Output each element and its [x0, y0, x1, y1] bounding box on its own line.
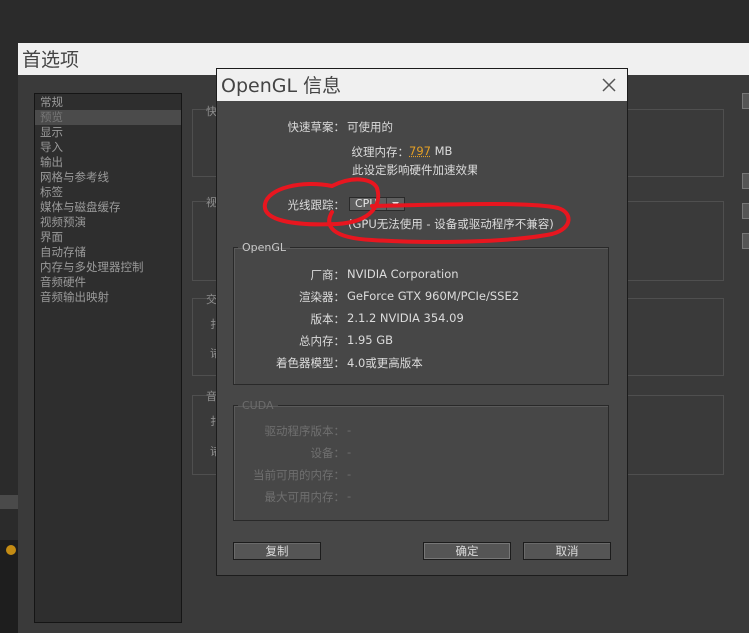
chevron-down-icon: [386, 198, 404, 210]
quick-draft-value: 可使用的: [347, 120, 393, 134]
sidebar-item-import[interactable]: 导入: [35, 140, 181, 155]
renderer-label: 渲染器：: [299, 290, 345, 304]
sidebar-item-audio-output-mapping[interactable]: 音频输出映射: [35, 290, 181, 305]
right-edge-button[interactable]: [742, 233, 749, 249]
ray-tracing-label: 光线跟踪：: [287, 198, 346, 212]
device-value: -: [347, 445, 352, 459]
shader-model-label: 着色器模型：: [276, 356, 345, 370]
ray-tracing-note: (GPU无法使用 - 设备或驱动程序不兼容): [348, 217, 554, 231]
texture-memory-unit: MB: [434, 144, 453, 158]
device-label: 设备：: [310, 446, 346, 460]
sidebar-item-memory-multiprocessing[interactable]: 内存与多处理器控制: [35, 260, 181, 275]
max-available-memory-label: 最大可用内存：: [264, 490, 346, 504]
driver-version-value: -: [347, 423, 352, 437]
texture-memory-value[interactable]: 797: [409, 144, 431, 158]
opengl-group-legend: OpenGL: [242, 241, 287, 254]
quick-draft-label: 快速草案：: [287, 120, 346, 134]
ok-button[interactable]: 确定: [423, 542, 511, 560]
background-toolbar-fragment: [0, 495, 18, 509]
cancel-button[interactable]: 取消: [523, 542, 611, 560]
sidebar-item-display[interactable]: 显示: [35, 125, 181, 140]
sidebar-item-labels[interactable]: 标签: [35, 185, 181, 200]
right-edge-button[interactable]: [742, 203, 749, 219]
sidebar-item-media-disk-cache[interactable]: 媒体与磁盘缓存: [35, 200, 181, 215]
background-indicator: [6, 545, 16, 555]
current-available-memory-value: -: [347, 467, 352, 481]
cuda-group-legend: CUDA: [242, 399, 274, 412]
sidebar-item-grids-guides[interactable]: 网格与参考线: [35, 170, 181, 185]
preferences-sidebar: 常规 预览 显示 导入 输出 网格与参考线 标签 媒体与磁盘缓存 视频预演 界面…: [34, 93, 182, 623]
vendor-label: 厂商：: [310, 268, 346, 282]
texture-memory-label: 纹理内存：: [351, 145, 410, 159]
max-available-memory-value: -: [347, 489, 352, 503]
sidebar-item-audio-hardware[interactable]: 音频硬件: [35, 275, 181, 290]
vendor-value: NVIDIA Corporation: [347, 267, 459, 281]
sidebar-item-output[interactable]: 输出: [35, 155, 181, 170]
total-memory-label: 总内存：: [299, 334, 345, 348]
close-icon[interactable]: [597, 73, 621, 97]
sidebar-item-preview[interactable]: 预览: [35, 110, 181, 125]
renderer-value: GeForce GTX 960M/PCIe/SSE2: [347, 289, 520, 303]
right-edge-button[interactable]: [742, 93, 749, 109]
hardware-note: 此设定影响硬件加速效果: [352, 163, 477, 177]
sidebar-item-auto-save[interactable]: 自动存储: [35, 245, 181, 260]
ray-tracing-dropdown[interactable]: CPU: [349, 197, 405, 211]
sidebar-item-appearance[interactable]: 界面: [35, 230, 181, 245]
version-label: 版本：: [310, 312, 346, 326]
driver-version-label: 驱动程序版本：: [264, 424, 346, 438]
copy-button[interactable]: 复制: [233, 542, 321, 560]
dialog-title: OpenGL 信息: [217, 69, 627, 101]
sidebar-item-video-preview[interactable]: 视频预演: [35, 215, 181, 230]
total-memory-value: 1.95 GB: [347, 333, 394, 347]
sidebar-item-general[interactable]: 常规: [35, 95, 181, 110]
right-edge-button[interactable]: [742, 173, 749, 189]
version-value: 2.1.2 NVIDIA 354.09: [347, 311, 464, 325]
shader-model-value: 4.0或更高版本: [347, 356, 423, 370]
ray-tracing-selected: CPU: [355, 197, 378, 210]
texture-memory-value-group: 797 MB: [409, 144, 452, 158]
current-available-memory-label: 当前可用的内存：: [253, 468, 345, 482]
opengl-info-dialog: OpenGL 信息 快速草案： 可使用的 纹理内存： 797 MB 此设定影响硬…: [216, 68, 628, 576]
